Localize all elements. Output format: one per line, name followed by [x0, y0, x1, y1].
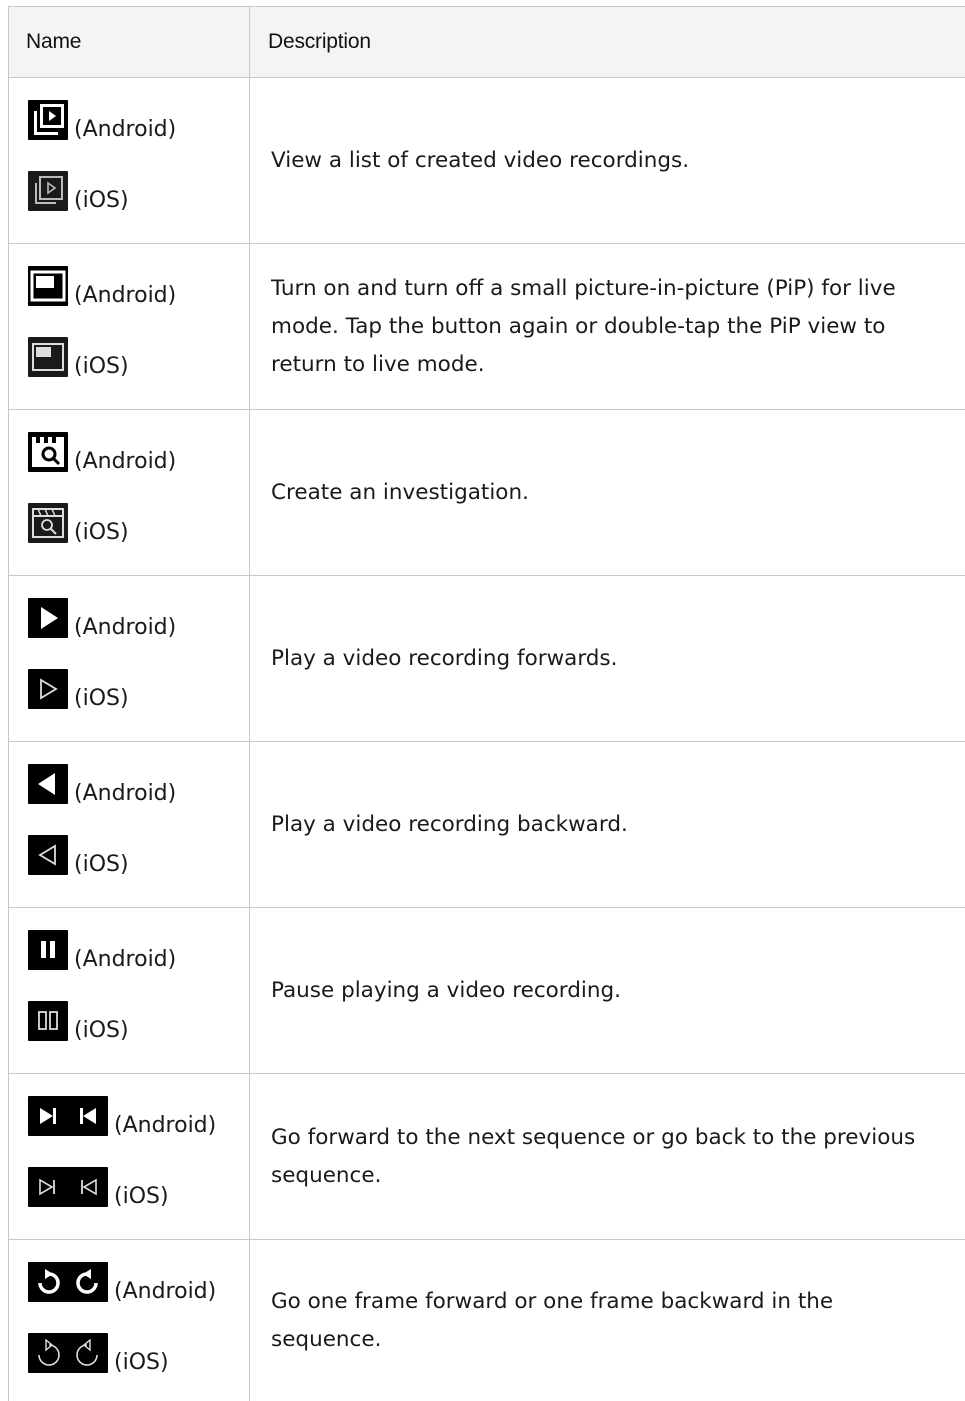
play-forward-android-icon: [28, 598, 68, 638]
description-cell: Go forward to the next sequence or go ba…: [271, 1124, 916, 1188]
table-row: (Android) (iOS) Turn on and turn off a s…: [9, 244, 965, 410]
name-cell: (Android) (iOS): [9, 742, 250, 907]
table-row: (Android) (iOS) Play a video recording f…: [9, 576, 965, 742]
ios-label: (iOS): [114, 1350, 169, 1375]
name-cell: (Android) (iOS): [9, 1240, 250, 1401]
frame-forward-backward-android-icons: [28, 1262, 108, 1302]
android-label: (Android): [74, 781, 177, 806]
play-backward-android-icon: [28, 764, 68, 804]
name-cell: (Android) (iOS): [9, 1074, 250, 1239]
table-row: (Android) (iOS) Go one frame forward or …: [9, 1240, 965, 1401]
investigation-android-icon: [28, 432, 68, 472]
name-cell: (Android) (iOS): [9, 576, 250, 741]
ios-label: (iOS): [74, 354, 129, 379]
ios-label: (iOS): [74, 520, 129, 545]
pause-android-icon: [28, 930, 68, 970]
next-previous-sequence-android-icons: [28, 1096, 108, 1136]
android-label: (Android): [74, 615, 177, 640]
android-label: (Android): [114, 1279, 217, 1304]
table-row: (Android) (iOS) Play a video recording b…: [9, 742, 965, 908]
description-cell: Pause playing a video recording.: [271, 977, 621, 1003]
table-row: (Android) (iOS) Create an investigation.: [9, 410, 965, 576]
description-cell: Play a video recording backward.: [271, 811, 628, 837]
android-label: (Android): [114, 1113, 217, 1138]
name-cell: (Android) (iOS): [9, 410, 250, 575]
ios-label: (iOS): [74, 1018, 129, 1043]
name-cell: (Android) (iOS): [9, 244, 250, 409]
name-cell: (Android) (iOS): [9, 78, 250, 243]
recordings-list-android-icon: [28, 100, 68, 140]
description-cell: Go one frame forward or one frame backwa…: [271, 1288, 834, 1352]
frame-forward-backward-ios-icons: [28, 1333, 108, 1373]
recordings-list-ios-icon: [28, 171, 68, 211]
android-label: (Android): [74, 947, 177, 972]
description-cell: Turn on and turn off a small picture-in-…: [271, 275, 896, 377]
next-previous-sequence-ios-icons: [28, 1167, 108, 1207]
android-label: (Android): [74, 283, 177, 308]
picture-in-picture-ios-icon: [28, 337, 68, 377]
play-forward-ios-icon: [28, 669, 68, 709]
android-label: (Android): [74, 449, 177, 474]
picture-in-picture-android-icon: [28, 266, 68, 306]
header-description: Description: [268, 30, 371, 53]
ios-label: (iOS): [114, 1184, 169, 1209]
name-cell: (Android) (iOS): [9, 908, 250, 1073]
android-label: (Android): [74, 117, 177, 142]
pause-ios-icon: [28, 1001, 68, 1041]
controls-table: Name Description (Android) (iOS) View a …: [8, 6, 965, 1401]
play-backward-ios-icon: [28, 835, 68, 875]
investigation-ios-icon: [28, 503, 68, 543]
description-cell: View a list of created video recordings.: [271, 147, 690, 173]
description-cell: Play a video recording forwards.: [271, 645, 618, 671]
table-header-row: Name Description: [9, 7, 965, 78]
ios-label: (iOS): [74, 188, 129, 213]
table-row: (Android) (iOS) Pause playing a video re…: [9, 908, 965, 1074]
header-name: Name: [9, 7, 250, 77]
table-row: (Android) (iOS) Go forward to the next s…: [9, 1074, 965, 1240]
description-cell: Create an investigation.: [271, 479, 529, 505]
ios-label: (iOS): [74, 686, 129, 711]
ios-label: (iOS): [74, 852, 129, 877]
table-row: (Android) (iOS) View a list of created v…: [9, 78, 965, 244]
